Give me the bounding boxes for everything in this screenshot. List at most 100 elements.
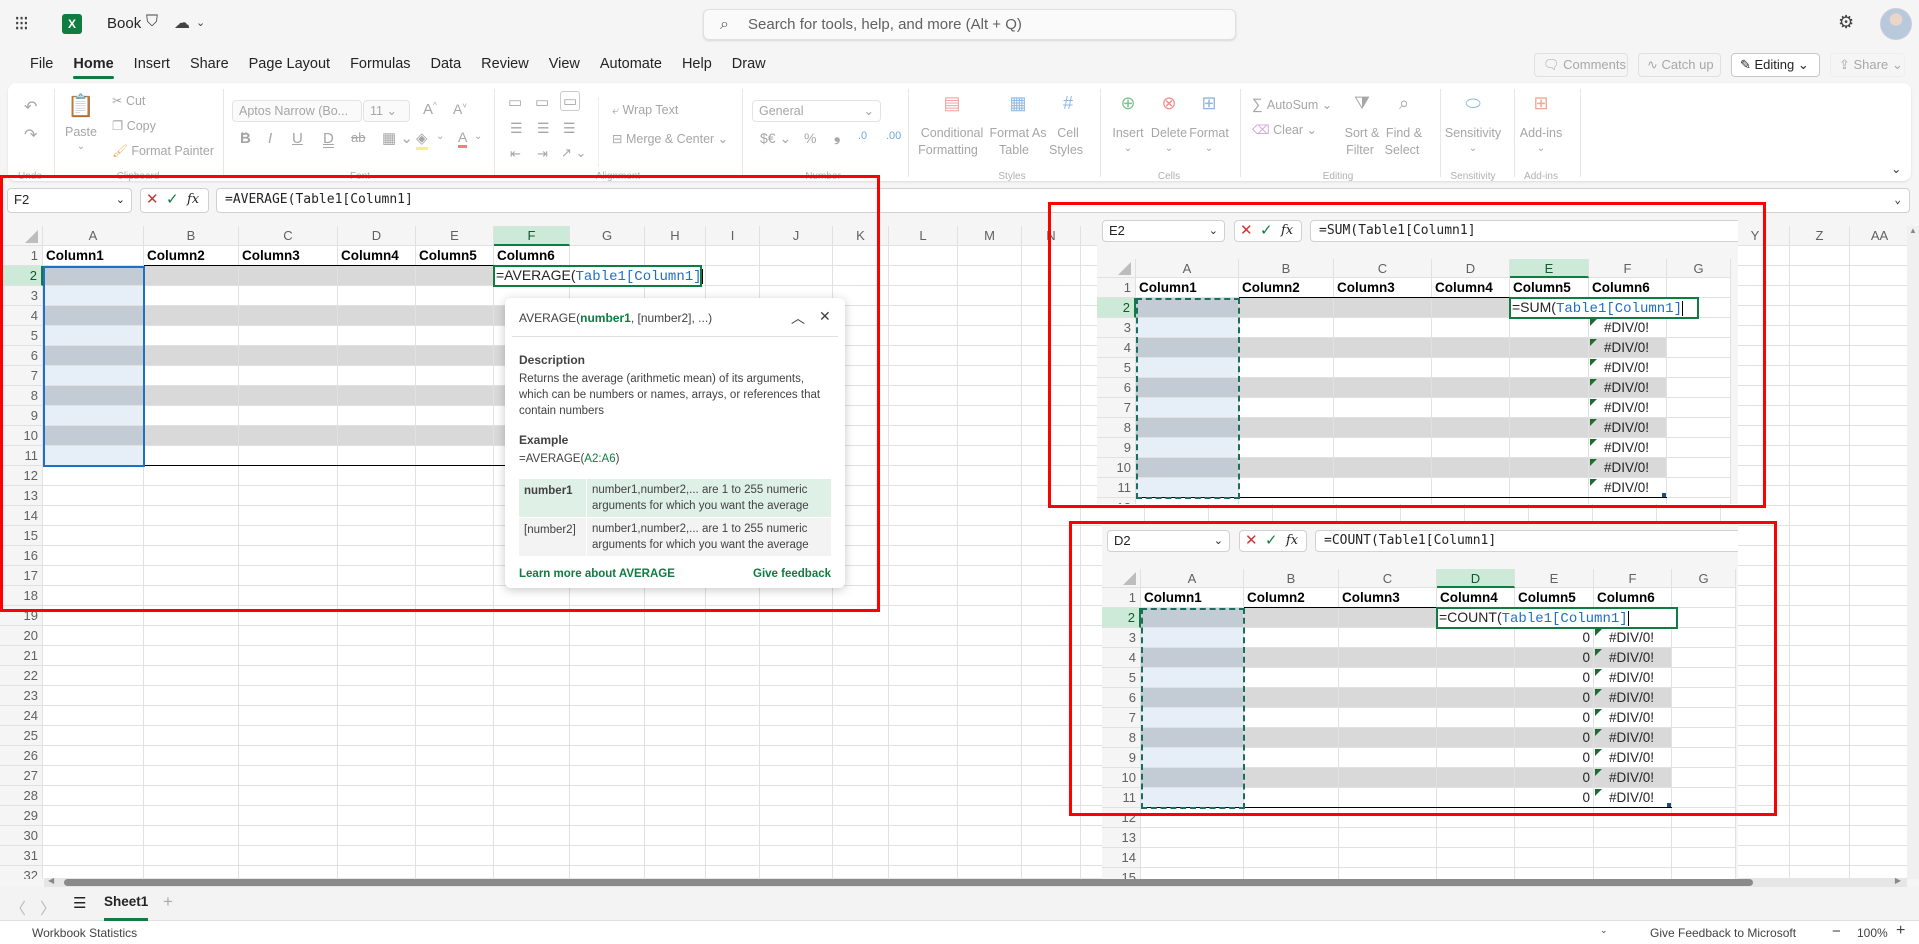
column-header-D[interactable]: D [1437, 569, 1515, 588]
active-cell-editor[interactable]: =SUM(Table1[Column1] [1509, 297, 1699, 319]
share-button[interactable]: ⇪ Share ⌄ [1830, 53, 1905, 77]
font-color-icon[interactable]: A [458, 129, 468, 148]
cell-E30[interactable] [416, 826, 494, 846]
cell-AA12[interactable] [1850, 466, 1907, 486]
cell-A27[interactable] [43, 766, 144, 786]
cell-A25[interactable] [43, 726, 144, 746]
cell-I19[interactable] [706, 606, 760, 626]
cell-F4[interactable]: #DIV/0! [1589, 338, 1667, 358]
cell-D23[interactable] [338, 686, 416, 706]
column-header-D[interactable]: D [338, 226, 416, 246]
cell-C3[interactable] [1334, 318, 1432, 338]
cell-L15[interactable] [889, 526, 958, 546]
cell-N11[interactable] [1022, 446, 1081, 466]
cell-D6[interactable] [1432, 378, 1510, 398]
cell-B26[interactable] [144, 746, 239, 766]
app-launcher-icon[interactable]: ⁝⁝⁝ [14, 11, 29, 36]
number-format-dropdown[interactable]: General ⌄ [752, 100, 881, 122]
cell-D26[interactable] [338, 746, 416, 766]
cell-B2[interactable] [1239, 298, 1334, 318]
italic-icon[interactable]: I [268, 130, 272, 147]
cell-J19[interactable] [760, 606, 833, 626]
chevron-down-icon[interactable]: ⌄ [196, 16, 205, 29]
cell-G15[interactable] [1672, 868, 1736, 879]
align-bottom-icon[interactable]: ▭ [560, 91, 581, 111]
cell-L17[interactable] [889, 566, 958, 586]
cell-Z29[interactable] [1790, 806, 1850, 826]
cell-L28[interactable] [889, 786, 958, 806]
cell-L18[interactable] [889, 586, 958, 606]
cell-N26[interactable] [1022, 746, 1081, 766]
cell-N6[interactable] [1022, 346, 1081, 366]
row-header-9[interactable]: 9 [1102, 748, 1141, 768]
cell-B6[interactable] [1239, 378, 1334, 398]
cell-B1[interactable]: Column2 [1239, 278, 1334, 298]
cell-L21[interactable] [889, 646, 958, 666]
error-indicator-icon[interactable] [1590, 439, 1597, 446]
scroll-left-icon[interactable]: ◀ [48, 876, 54, 885]
cell-N27[interactable] [1022, 766, 1081, 786]
row-header-20[interactable]: 20 [0, 626, 43, 646]
table-resize-handle[interactable] [1662, 493, 1666, 497]
cell-F6[interactable]: #DIV/0! [1589, 378, 1667, 398]
cell-C1[interactable]: Column3 [1339, 588, 1437, 608]
cell-C15[interactable] [1339, 868, 1437, 879]
error-indicator-icon[interactable] [1590, 339, 1597, 346]
cell-H28[interactable] [645, 786, 706, 806]
cell-Z30[interactable] [1790, 826, 1850, 846]
cell-D7[interactable] [338, 366, 416, 386]
cell-L11[interactable] [889, 446, 958, 466]
cell-H1[interactable] [645, 246, 706, 266]
cell-F9[interactable]: #DIV/0! [1589, 438, 1667, 458]
cell-Z14[interactable] [1790, 506, 1850, 526]
bold-icon[interactable]: B [240, 130, 251, 147]
cell-G30[interactable] [570, 826, 645, 846]
cancel-icon[interactable]: ✕ [1245, 531, 1258, 551]
cell-A1[interactable]: Column1 [1141, 588, 1244, 608]
cell-N14[interactable] [1022, 506, 1081, 526]
clear-button[interactable]: ⌫ Clear ⌄ [1252, 122, 1317, 137]
cell-E31[interactable] [416, 846, 494, 866]
cell-AA2[interactable] [1850, 266, 1907, 286]
cell-Z27[interactable] [1790, 766, 1850, 786]
cell-N15[interactable] [1022, 526, 1081, 546]
cell-D1[interactable]: Column4 [1432, 278, 1510, 298]
workbook-statistics[interactable]: Workbook Statistics [32, 926, 137, 940]
cell-N3[interactable] [1022, 286, 1081, 306]
row-header-16[interactable]: 16 [0, 546, 43, 566]
cell-L7[interactable] [889, 366, 958, 386]
cell-D6[interactable] [1437, 688, 1515, 708]
cell-J30[interactable] [760, 826, 833, 846]
cell-E18[interactable] [416, 586, 494, 606]
cell-D9[interactable] [1437, 748, 1515, 768]
column-header-C[interactable]: C [239, 226, 338, 246]
cell-C22[interactable] [239, 666, 338, 686]
all-sheets-menu-icon[interactable]: ☰ [73, 894, 86, 912]
cell-AA28[interactable] [1850, 786, 1907, 806]
cell-T14[interactable] [1401, 506, 1465, 526]
cell-F1[interactable]: Column6 [1589, 278, 1667, 298]
confirm-icon[interactable]: ✓ [166, 189, 179, 211]
row-header-5[interactable]: 5 [1102, 668, 1141, 688]
row-header-11[interactable]: 11 [1097, 478, 1136, 498]
cell-C6[interactable] [1334, 378, 1432, 398]
cell-E20[interactable] [416, 626, 494, 646]
font-size-dropdown[interactable]: 11 ⌄ [363, 100, 410, 122]
cell-G2[interactable] [1672, 608, 1736, 628]
cell-I29[interactable] [706, 806, 760, 826]
cell-G21[interactable] [570, 646, 645, 666]
table-resize-handle[interactable] [1667, 803, 1671, 807]
cell-AA11[interactable] [1850, 446, 1907, 466]
cell-D8[interactable] [1437, 728, 1515, 748]
row-header-3[interactable]: 3 [1097, 318, 1136, 338]
cell-G5[interactable] [1672, 668, 1736, 688]
cell-E14[interactable] [416, 506, 494, 526]
increase-decimal-icon[interactable]: .0 [858, 130, 867, 142]
cell-C10[interactable] [1334, 458, 1432, 478]
cell-G9[interactable] [1667, 438, 1731, 458]
cell-C10[interactable] [239, 426, 338, 446]
cell-C4[interactable] [1334, 338, 1432, 358]
cell-G4[interactable] [1667, 338, 1731, 358]
cell-E17[interactable] [416, 566, 494, 586]
cell-Z3[interactable] [1790, 286, 1850, 306]
